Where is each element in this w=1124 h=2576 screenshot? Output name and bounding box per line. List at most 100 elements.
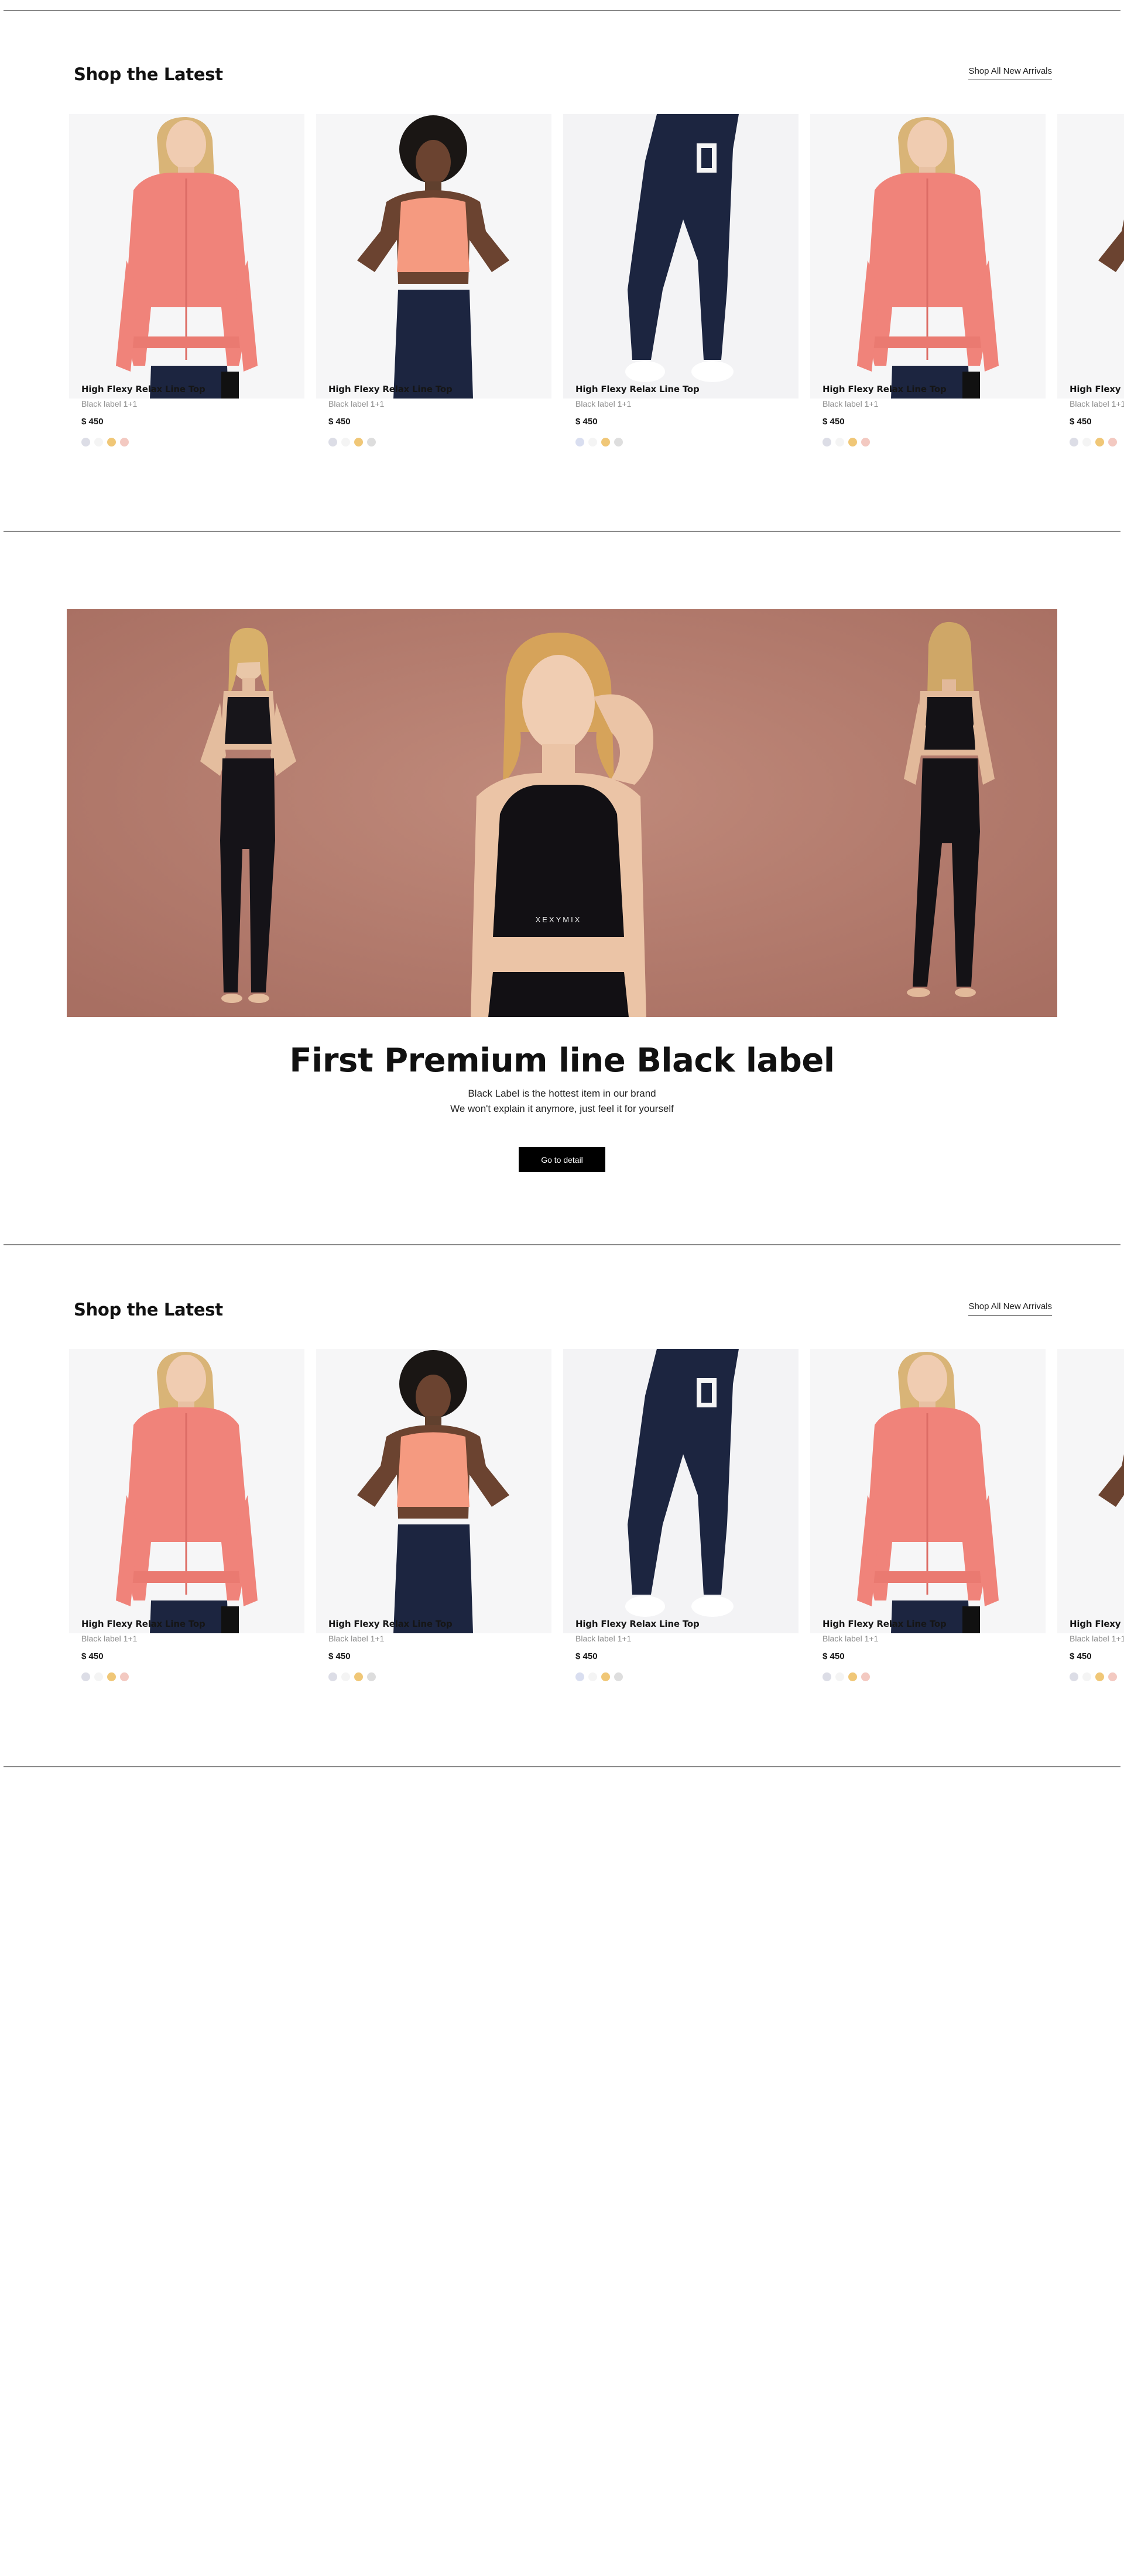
product-card[interactable]: High Flexy Relax Line Top Black label 1+1… (563, 114, 799, 465)
color-swatch[interactable] (601, 1672, 610, 1681)
color-swatch[interactable] (1108, 438, 1117, 446)
color-swatch[interactable] (588, 1672, 597, 1681)
color-swatch[interactable] (848, 1672, 857, 1681)
product-card[interactable]: High Flexy Relax Line Top Black label 1+1… (810, 1349, 1046, 1700)
go-to-detail-button[interactable]: Go to detail (519, 1147, 605, 1172)
promo-title: First Premium line Black label (289, 1042, 835, 1080)
product-name[interactable]: High Flexy Relax Line Top (575, 384, 700, 394)
color-swatch[interactable] (341, 438, 350, 446)
color-swatch[interactable] (367, 1672, 376, 1681)
product-name[interactable]: High Flexy Relax Line Top (823, 384, 947, 394)
product-carousel: High Flexy Relax Line Top Black label 1+1… (69, 114, 1124, 465)
color-swatch[interactable] (1095, 438, 1104, 446)
color-swatch[interactable] (367, 438, 376, 446)
color-swatches (575, 1672, 623, 1681)
color-swatch[interactable] (861, 1672, 870, 1681)
product-subtitle: Black label 1+1 (328, 1634, 385, 1643)
product-image[interactable] (563, 114, 799, 399)
color-swatch[interactable] (575, 1672, 584, 1681)
divider (4, 10, 1120, 11)
product-name[interactable]: High Flexy Relax Line Top (328, 1619, 453, 1629)
color-swatch[interactable] (614, 1672, 623, 1681)
product-subtitle: Black label 1+1 (1070, 399, 1124, 408)
product-price: $ 450 (81, 1651, 104, 1661)
color-swatch[interactable] (835, 1672, 844, 1681)
product-name[interactable]: High Flexy Relax Line Top (575, 1619, 700, 1629)
color-swatch[interactable] (120, 1672, 129, 1681)
color-swatch[interactable] (94, 1672, 103, 1681)
product-image[interactable] (810, 114, 1046, 399)
product-price: $ 450 (1070, 1651, 1092, 1661)
product-card[interactable]: High Flexy Relax Line Top Black label 1+1… (69, 114, 304, 465)
product-image[interactable] (316, 1349, 551, 1633)
color-swatch[interactable] (588, 438, 597, 446)
color-swatches (1070, 438, 1117, 446)
color-swatch[interactable] (328, 1672, 337, 1681)
color-swatch[interactable] (861, 438, 870, 446)
color-swatch[interactable] (835, 438, 844, 446)
promo-description-line-2: We won't explain it anymore, just feel i… (450, 1103, 674, 1114)
section-title: Shop the Latest (74, 64, 223, 84)
color-swatch[interactable] (1108, 1672, 1117, 1681)
color-swatches (328, 1672, 376, 1681)
color-swatch[interactable] (848, 438, 857, 446)
product-name[interactable]: High Flexy Relax Line Top (81, 1619, 205, 1629)
product-card[interactable]: High Flexy Relax Line Top Black label 1+1… (1057, 114, 1124, 465)
color-swatch[interactable] (601, 438, 610, 446)
shop-all-new-arrivals-link[interactable]: Shop All New Arrivals (968, 1301, 1052, 1316)
product-card[interactable]: High Flexy Relax Line Top Black label 1+1… (810, 114, 1046, 465)
product-name[interactable]: High Flexy Relax Line Top (823, 1619, 947, 1629)
product-price: $ 450 (328, 1651, 351, 1661)
color-swatch[interactable] (1070, 1672, 1078, 1681)
color-swatch[interactable] (823, 1672, 831, 1681)
product-price: $ 450 (823, 417, 845, 427)
product-name[interactable]: High Flexy Relax Line Top (81, 384, 205, 394)
product-image[interactable] (1057, 1349, 1124, 1633)
color-swatch[interactable] (354, 1672, 363, 1681)
color-swatch[interactable] (1070, 438, 1078, 446)
color-swatches (575, 438, 623, 446)
color-swatch[interactable] (120, 438, 129, 446)
color-swatch[interactable] (81, 1672, 90, 1681)
product-card[interactable]: High Flexy Relax Line Top Black label 1+1… (316, 1349, 551, 1700)
product-subtitle: Black label 1+1 (575, 1634, 632, 1643)
banner-brand-text: XEXYMIX (536, 915, 582, 924)
color-swatches (823, 438, 870, 446)
color-swatch[interactable] (107, 1672, 116, 1681)
color-swatch[interactable] (1095, 1672, 1104, 1681)
product-card[interactable]: High Flexy Relax Line Top Black label 1+1… (69, 1349, 304, 1700)
color-swatch[interactable] (81, 438, 90, 446)
product-image[interactable] (69, 1349, 304, 1633)
product-image[interactable] (69, 114, 304, 399)
product-subtitle: Black label 1+1 (81, 399, 138, 408)
divider (4, 1766, 1120, 1767)
banner-image: XEXYMIX (67, 609, 1057, 1017)
color-swatch[interactable] (823, 438, 831, 446)
product-subtitle: Black label 1+1 (1070, 1634, 1124, 1643)
product-card[interactable]: High Flexy Relax Line Top Black label 1+1… (563, 1349, 799, 1700)
color-swatches (328, 438, 376, 446)
shop-all-new-arrivals-link[interactable]: Shop All New Arrivals (968, 66, 1052, 80)
color-swatch[interactable] (1082, 438, 1091, 446)
color-swatch[interactable] (94, 438, 103, 446)
product-name[interactable]: High Flexy Relax Line Top (1070, 1619, 1124, 1629)
color-swatch[interactable] (328, 438, 337, 446)
color-swatch[interactable] (354, 438, 363, 446)
product-image[interactable] (1057, 114, 1124, 399)
color-swatch[interactable] (1082, 1672, 1091, 1681)
product-card[interactable]: High Flexy Relax Line Top Black label 1+1… (1057, 1349, 1124, 1700)
product-image[interactable] (563, 1349, 799, 1633)
product-card[interactable]: High Flexy Relax Line Top Black label 1+1… (316, 114, 551, 465)
color-swatch[interactable] (107, 438, 116, 446)
product-image[interactable] (810, 1349, 1046, 1633)
color-swatch[interactable] (575, 438, 584, 446)
promo-description-line-1: Black Label is the hottest item in our b… (468, 1088, 656, 1099)
product-name[interactable]: High Flexy Relax Line Top (1070, 384, 1124, 394)
product-name[interactable]: High Flexy Relax Line Top (328, 384, 453, 394)
divider (4, 531, 1120, 532)
product-price: $ 450 (575, 1651, 598, 1661)
product-image[interactable] (316, 114, 551, 399)
color-swatch[interactable] (341, 1672, 350, 1681)
product-carousel: High Flexy Relax Line Top Black label 1+1… (69, 1349, 1124, 1700)
color-swatch[interactable] (614, 438, 623, 446)
